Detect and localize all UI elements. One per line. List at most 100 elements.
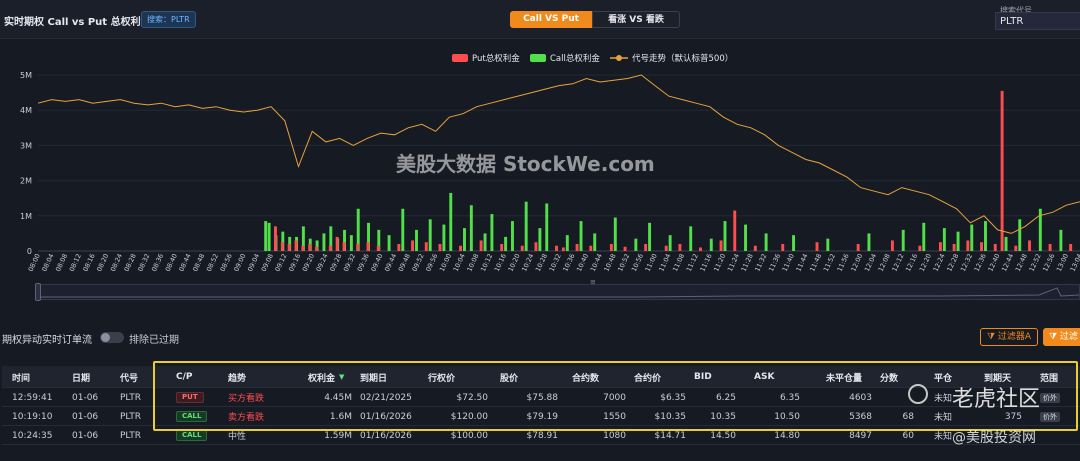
range-badge: 价外 bbox=[1040, 411, 1060, 422]
col-header-range[interactable]: 范围 bbox=[1040, 366, 1078, 388]
filter-a-button[interactable]: ⧩ 过滤器A bbox=[980, 328, 1038, 346]
put-bar bbox=[411, 240, 415, 251]
search-input[interactable] bbox=[995, 12, 1080, 30]
slider-handle-left[interactable] bbox=[35, 283, 41, 301]
cell-value: $120.00 bbox=[450, 411, 488, 422]
col-header-score[interactable]: 分数 bbox=[880, 366, 914, 388]
call-bar bbox=[984, 221, 987, 251]
call-bar bbox=[565, 235, 569, 251]
cell-value: 1.6M bbox=[329, 411, 352, 422]
cell-trend: 买方看跌 bbox=[228, 388, 304, 407]
cell-value: $79.19 bbox=[526, 411, 559, 422]
call-bar bbox=[387, 235, 391, 251]
cell-value: 01-06 bbox=[72, 392, 99, 403]
cell-value: 4603 bbox=[849, 392, 872, 403]
toggle-knob[interactable] bbox=[101, 333, 110, 342]
y-tick-label: 1M bbox=[20, 212, 32, 221]
slider-grip-icon[interactable]: ≡ bbox=[590, 278, 596, 286]
cell-value: $75.88 bbox=[526, 392, 559, 403]
col-header-contracts[interactable]: 合约数 bbox=[572, 366, 626, 388]
put-bar bbox=[459, 245, 462, 251]
y-tick-label: 2M bbox=[20, 177, 32, 186]
put-bar bbox=[294, 240, 298, 251]
col-header-label: 到期日 bbox=[360, 373, 388, 384]
put-bar bbox=[424, 242, 428, 251]
put-bar bbox=[315, 246, 319, 251]
call-bar bbox=[668, 235, 672, 251]
table-row[interactable]: 10:24:35 01-06 PLTR CALL 中性 1.59M 01/16/2026 $1… bbox=[2, 426, 1080, 445]
call-bar bbox=[634, 238, 638, 251]
sort-desc-icon[interactable]: ▼ bbox=[339, 373, 344, 381]
put-bar bbox=[561, 247, 565, 251]
col-header-date[interactable]: 日期 bbox=[72, 366, 116, 388]
cell-symbol: PLTR bbox=[120, 426, 170, 445]
col-header-label: 权利金 bbox=[308, 373, 336, 384]
col-header-premium[interactable]: 权利金 ▼ bbox=[308, 366, 352, 388]
legend-put-swatch bbox=[452, 54, 468, 62]
col-header-expiry[interactable]: 到期日 bbox=[360, 366, 426, 388]
cell-contracts: 1550 bbox=[572, 407, 626, 426]
cell-value: PLTR bbox=[120, 411, 141, 422]
col-header-bid[interactable]: BID bbox=[694, 366, 736, 388]
col-header-open-interest[interactable]: 未平仓量 bbox=[826, 366, 872, 388]
put-bar bbox=[938, 242, 942, 251]
col-header-contract-price[interactable]: 合约价 bbox=[634, 366, 686, 388]
put-bar bbox=[342, 242, 346, 251]
y-tick-label: 3M bbox=[20, 141, 32, 150]
cell-range: 价外 bbox=[1040, 407, 1078, 426]
cell-value: 375 bbox=[1004, 411, 1022, 422]
cell-ask: 10.50 bbox=[754, 407, 800, 426]
y-tick-label: 5M bbox=[20, 71, 32, 80]
col-header-time[interactable]: 时间 bbox=[12, 366, 68, 388]
trend-label: 卖方看跌 bbox=[228, 413, 265, 423]
cell-value: 01-06 bbox=[72, 411, 99, 422]
col-header-label: 合约数 bbox=[572, 373, 600, 384]
cell-bid: 10.35 bbox=[694, 407, 736, 426]
put-bar bbox=[1069, 243, 1073, 251]
cell-value: 未知 bbox=[934, 394, 953, 404]
table-row[interactable]: 10:19:10 01-06 PLTR CALL 卖方看跌 1.6M 01/16/2026 $… bbox=[2, 407, 1080, 426]
cp-badge: PUT bbox=[176, 392, 204, 403]
call-bar bbox=[545, 203, 549, 251]
legend-call-swatch bbox=[530, 54, 546, 62]
cell-value: 未知 bbox=[934, 432, 953, 442]
put-bar bbox=[376, 245, 380, 251]
call-bar bbox=[648, 222, 652, 251]
search-tag[interactable]: 搜索：PLTR bbox=[141, 11, 196, 28]
call-bar bbox=[867, 233, 871, 251]
call-bar bbox=[415, 229, 418, 251]
cell-cp: PUT bbox=[176, 388, 226, 407]
col-header-label: 代号 bbox=[120, 373, 139, 384]
call-bar bbox=[504, 236, 508, 251]
tab-bull-vs-bear[interactable]: 看涨 VS 看跌 bbox=[592, 11, 680, 28]
time-range-slider[interactable] bbox=[38, 284, 1080, 300]
cell-value: $100.00 bbox=[450, 430, 488, 441]
call-bar bbox=[764, 233, 768, 251]
cell-date: 01-06 bbox=[72, 426, 116, 445]
col-header-label: 时间 bbox=[12, 373, 31, 384]
col-header-trend[interactable]: 趋势 bbox=[228, 366, 304, 388]
cell-value: 7000 bbox=[603, 392, 626, 403]
cell-value: 10:19:10 bbox=[12, 411, 53, 422]
cell-score: 60 bbox=[880, 426, 914, 445]
y-tick-label: 4M bbox=[20, 106, 32, 115]
filter-b-button[interactable]: ⧩ 过滤 bbox=[1043, 328, 1080, 346]
cell-value: 14.50 bbox=[710, 430, 736, 441]
tab-call-vs-put[interactable]: Call VS Put bbox=[510, 11, 592, 28]
put-bar bbox=[890, 240, 894, 251]
put-bar bbox=[815, 242, 819, 251]
call-bar bbox=[469, 205, 473, 251]
tiger-logo-icon bbox=[908, 384, 928, 404]
call-bar bbox=[428, 219, 432, 251]
col-header-stock-price[interactable]: 股价 bbox=[500, 366, 558, 388]
col-header-label: ASK bbox=[754, 372, 775, 382]
put-bar bbox=[328, 245, 332, 251]
col-header-cp[interactable]: C/P bbox=[176, 366, 226, 388]
col-header-ask[interactable]: ASK bbox=[754, 366, 800, 388]
call-bar bbox=[1004, 236, 1008, 251]
col-header-strike[interactable]: 行权价 bbox=[428, 366, 488, 388]
cell-value: 01/16/2026 bbox=[360, 411, 412, 422]
cell-time: 10:24:35 bbox=[12, 426, 68, 445]
col-header-symbol[interactable]: 代号 bbox=[120, 366, 170, 388]
cell-value: $6.35 bbox=[660, 392, 686, 403]
